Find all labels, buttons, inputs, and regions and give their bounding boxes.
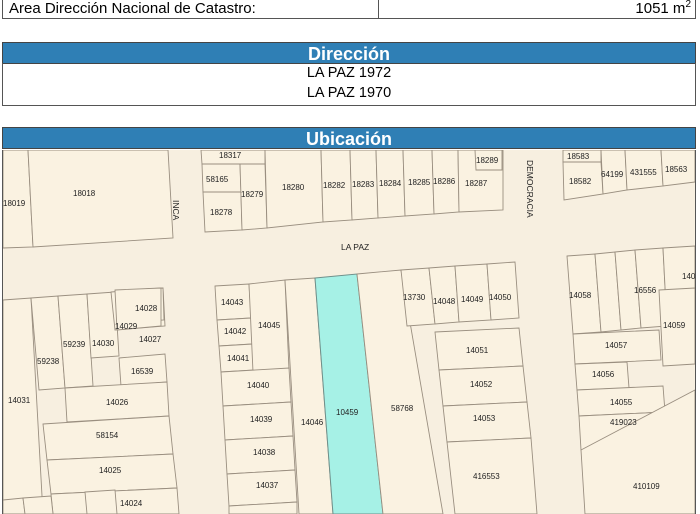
street-la-paz: LA PAZ xyxy=(341,242,369,252)
label-59238: 59238 xyxy=(37,357,60,366)
label-14049: 14049 xyxy=(461,295,484,304)
label-64199: 64199 xyxy=(601,170,624,179)
parcel-corner-a xyxy=(3,497,26,514)
label-18583: 18583 xyxy=(567,152,590,161)
label-14031: 14031 xyxy=(8,396,31,405)
label-14037: 14037 xyxy=(256,481,279,490)
label-18289: 18289 xyxy=(476,156,499,165)
label-14029: 14029 xyxy=(115,322,138,331)
direccion-line-1: LA PAZ 1972 xyxy=(306,65,392,81)
label-18282: 18282 xyxy=(323,181,346,190)
street-inca: INCA xyxy=(171,200,181,221)
parcel-corner-b xyxy=(22,495,54,514)
label-58768: 58768 xyxy=(391,404,414,413)
label-18284: 18284 xyxy=(379,179,402,188)
label-58154: 58154 xyxy=(96,431,119,440)
parcel-corner-c xyxy=(84,489,118,514)
parcel-14049[interactable] xyxy=(454,263,492,323)
label-14027: 14027 xyxy=(139,335,162,344)
label-13730: 13730 xyxy=(403,293,426,302)
label-14058: 14058 xyxy=(569,291,592,300)
label-416553: 416553 xyxy=(473,472,500,481)
label-10459: 10459 xyxy=(336,408,359,417)
label-14030: 14030 xyxy=(92,339,115,348)
area-label: Area Dirección Nacional de Catastro: xyxy=(3,0,379,18)
area-value: 1051 m2 xyxy=(379,0,695,18)
label-18287: 18287 xyxy=(465,179,488,188)
label-14038: 14038 xyxy=(253,448,276,457)
label-18286: 18286 xyxy=(433,177,456,186)
label-59239: 59239 xyxy=(63,340,86,349)
label-18018: 18018 xyxy=(73,189,96,198)
label-140: 140 xyxy=(682,272,695,281)
direccion-box: LA PAZ 1972 LA PAZ 1970 xyxy=(2,63,696,106)
label-14042: 14042 xyxy=(224,327,247,336)
label-14028: 14028 xyxy=(135,304,158,313)
label-18279: 18279 xyxy=(241,190,264,199)
label-14053: 14053 xyxy=(473,414,496,423)
label-14043: 14043 xyxy=(221,298,244,307)
label-14040: 14040 xyxy=(247,381,270,390)
label-18019: 18019 xyxy=(3,199,26,208)
label-14059: 14059 xyxy=(663,321,686,330)
label-14050: 14050 xyxy=(489,293,512,302)
label-14041: 14041 xyxy=(227,354,250,363)
label-14048: 14048 xyxy=(433,297,456,306)
label-16539: 16539 xyxy=(131,367,154,376)
label-14051: 14051 xyxy=(466,346,489,355)
label-18582: 18582 xyxy=(569,177,592,186)
location-map[interactable]: INCA LA PAZ DEMOCRACIA 18317 58165 18279… xyxy=(2,150,696,514)
area-value-text: 1051 m xyxy=(635,0,686,17)
parcel-14050[interactable] xyxy=(486,261,520,321)
label-16556: 16556 xyxy=(634,286,657,295)
label-419023: 419023 xyxy=(610,418,637,427)
ubicacion-header: Ubicación xyxy=(2,127,696,149)
direccion-header: Dirección xyxy=(2,42,696,64)
label-14057: 14057 xyxy=(605,341,628,350)
label-58165: 58165 xyxy=(206,175,229,184)
label-18317: 18317 xyxy=(219,151,242,160)
label-18285: 18285 xyxy=(408,178,431,187)
label-14039: 14039 xyxy=(250,415,273,424)
area-row: Area Dirección Nacional de Catastro: 105… xyxy=(2,0,696,19)
label-410109: 410109 xyxy=(633,482,660,491)
label-14045: 14045 xyxy=(258,321,281,330)
label-18563: 18563 xyxy=(665,165,688,174)
label-14024: 14024 xyxy=(120,499,143,508)
label-14052: 14052 xyxy=(470,380,493,389)
label-18278: 18278 xyxy=(210,208,233,217)
label-18283: 18283 xyxy=(352,180,375,189)
label-18280: 18280 xyxy=(282,183,305,192)
street-democracia: DEMOCRACIA xyxy=(525,160,535,218)
label-14056: 14056 xyxy=(592,370,615,379)
label-14055: 14055 xyxy=(610,398,633,407)
label-14046: 14046 xyxy=(301,418,324,427)
label-14026: 14026 xyxy=(106,398,129,407)
label-14025: 14025 xyxy=(99,466,122,475)
label-431555: 431555 xyxy=(630,168,657,177)
map-svg[interactable]: INCA LA PAZ DEMOCRACIA 18317 58165 18279… xyxy=(3,150,695,514)
area-unit-sup: 2 xyxy=(685,0,691,10)
direccion-line-2: LA PAZ 1970 xyxy=(306,85,392,101)
parcel-18018[interactable] xyxy=(27,150,174,248)
